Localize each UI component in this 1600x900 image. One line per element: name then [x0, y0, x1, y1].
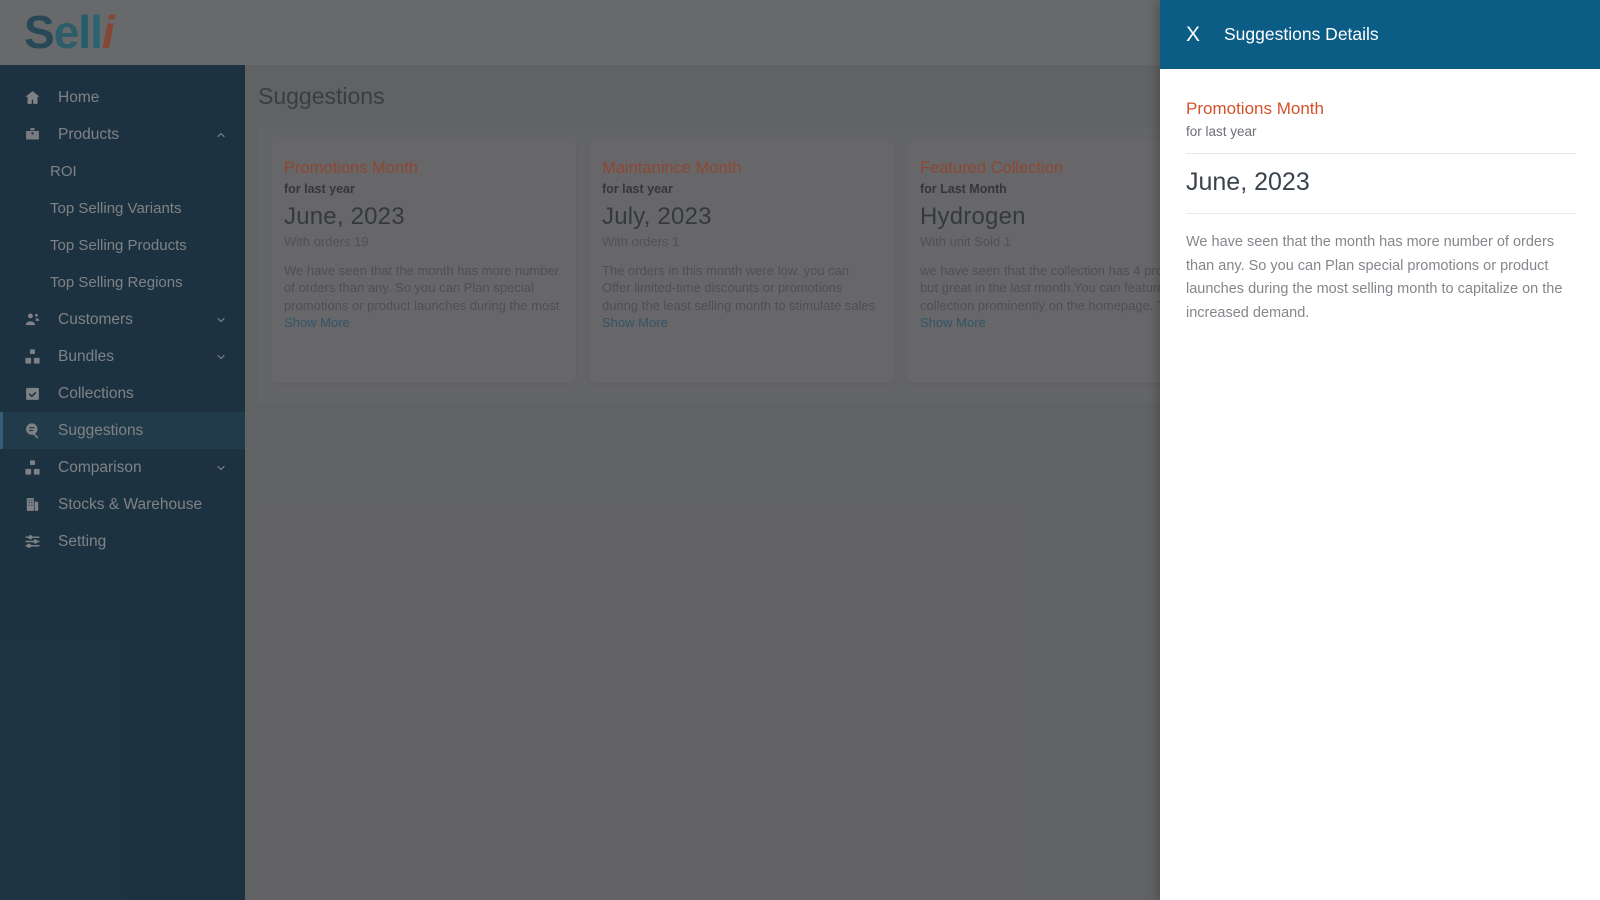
sidebar-item-collections[interactable]: Collections [0, 375, 245, 412]
sidebar-item-setting[interactable]: Setting [0, 523, 245, 560]
drawer-body: Promotions Month for last year June, 202… [1160, 69, 1600, 326]
brand-logo[interactable]: Selli [24, 6, 115, 58]
sidebar-item-label: Collections [58, 384, 134, 402]
show-more-link[interactable]: Show More [920, 315, 986, 330]
sidebar: Home Products ROI Top Selling Variants T… [0, 65, 245, 900]
sidebar-item-home[interactable]: Home [0, 79, 245, 116]
card-value: June, 2023 [284, 203, 405, 230]
card-title: Featured Collection [920, 159, 1064, 177]
card-meta: With orders 1 [602, 234, 680, 249]
sidebar-item-label: Stocks & Warehouse [58, 495, 203, 513]
chevron-up-icon[interactable] [215, 129, 227, 141]
sidebar-subitem-top-selling-regions[interactable]: Top Selling Regions [0, 264, 245, 301]
chevron-down-icon[interactable] [215, 314, 227, 326]
warehouse-icon [22, 495, 42, 515]
suggestions-icon [22, 421, 42, 441]
card-subtitle: for last year [602, 182, 673, 196]
settings-icon [22, 532, 42, 552]
show-more-link[interactable]: Show More [602, 315, 668, 330]
sidebar-item-customers[interactable]: Customers [0, 301, 245, 338]
app-root: Selli Home Products ROI Top Selling Vari… [0, 0, 1600, 900]
card-value: Hydrogen [920, 203, 1026, 230]
card-title: Promotions Month [284, 159, 418, 177]
sidebar-subitem-label: Top Selling Variants [50, 200, 182, 217]
card-value: July, 2023 [602, 203, 712, 230]
sidebar-item-bundles[interactable]: Bundles [0, 338, 245, 375]
sidebar-item-label: Comparison [58, 458, 142, 476]
bundles-icon [22, 347, 42, 367]
sidebar-subitem-roi[interactable]: ROI [0, 153, 245, 190]
logo-letter-l1: l [78, 6, 91, 58]
sidebar-subitem-top-selling-variants[interactable]: Top Selling Variants [0, 190, 245, 227]
chevron-down-icon[interactable] [215, 462, 227, 474]
card-description: We have seen that the month has more num… [284, 263, 560, 313]
sidebar-item-label: Home [58, 88, 100, 106]
card-subtitle: for Last Month [920, 182, 1007, 196]
logo-letter-e: e [53, 6, 80, 58]
card-meta: With orders 19 [284, 234, 369, 249]
sidebar-item-products[interactable]: Products [0, 116, 245, 153]
sidebar-item-stocks-warehouse[interactable]: Stocks & Warehouse [0, 486, 245, 523]
home-icon [22, 88, 42, 108]
suggestion-card[interactable]: Promotions Month for last year June, 202… [271, 141, 576, 383]
chevron-down-icon[interactable] [215, 351, 227, 363]
detail-subtitle: for last year [1186, 124, 1576, 154]
sidebar-item-label: Bundles [58, 347, 115, 365]
collections-icon [22, 384, 42, 404]
sidebar-item-label: Customers [58, 310, 133, 328]
detail-value: June, 2023 [1186, 154, 1576, 214]
logo-letter-s: S [24, 6, 55, 58]
sidebar-item-label: Setting [58, 532, 107, 550]
sidebar-subitem-label: Top Selling Regions [50, 274, 183, 291]
logo-letter-l2: l [90, 6, 103, 58]
card-description: we have seen that the collection has 4 p… [920, 263, 1194, 313]
sidebar-item-label: Suggestions [58, 421, 144, 439]
card-meta: With unit Sold 1 [920, 234, 1012, 249]
suggestions-details-drawer: X Suggestions Details Promotions Month f… [1160, 0, 1600, 900]
suggestion-card[interactable]: Maintanince Month for last year July, 20… [589, 141, 894, 383]
sidebar-subitem-top-selling-products[interactable]: Top Selling Products [0, 227, 245, 264]
users-icon [22, 310, 42, 330]
sidebar-subitem-label: Top Selling Products [50, 237, 187, 254]
card-title: Maintanince Month [602, 159, 742, 177]
card-description: The orders in this month were low. you c… [602, 263, 876, 313]
close-icon[interactable]: X [1181, 23, 1205, 47]
drawer-title: Suggestions Details [1224, 24, 1379, 44]
sidebar-item-suggestions[interactable]: Suggestions [0, 412, 245, 449]
detail-description: We have seen that the month has more num… [1186, 234, 1563, 321]
sidebar-item-comparison[interactable]: Comparison [0, 449, 245, 486]
box-icon [22, 125, 42, 145]
sidebar-item-label: Products [58, 125, 120, 143]
comparison-icon [22, 458, 42, 478]
logo-letter-i: i [101, 6, 115, 58]
detail-title: Promotions Month [1186, 99, 1324, 118]
drawer-header: X Suggestions Details [1160, 0, 1600, 69]
sidebar-subitem-label: ROI [50, 163, 77, 180]
show-more-link[interactable]: Show More [284, 315, 350, 330]
card-subtitle: for last year [284, 182, 355, 196]
